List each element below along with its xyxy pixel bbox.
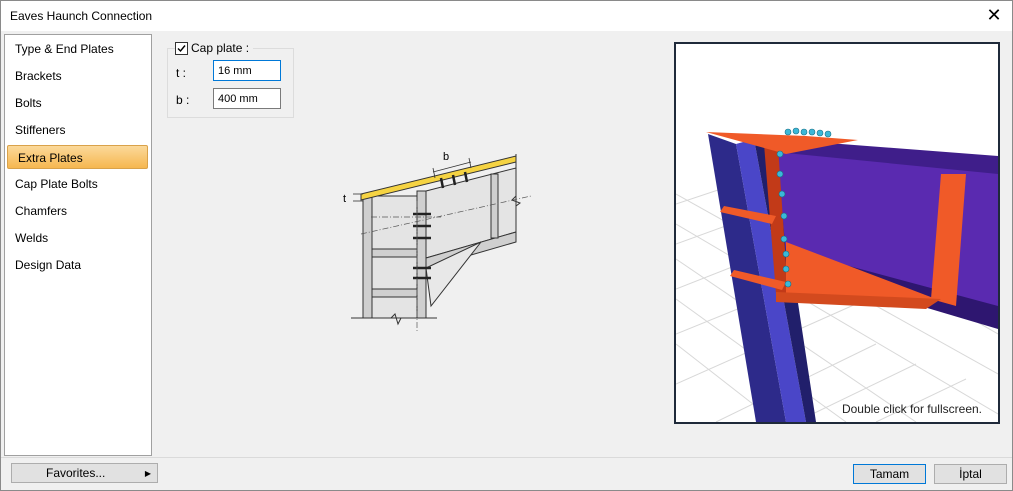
dialog-window: Eaves Haunch Connection ✕ Type & End Pla… (0, 0, 1013, 491)
sidebar-item-stiffeners[interactable]: Stiffeners (5, 118, 151, 142)
column-flange-left (362, 195, 373, 319)
close-icon[interactable]: ✕ (984, 5, 1004, 25)
sidebar-item-bolts[interactable]: Bolts (5, 91, 151, 115)
cap-plate-diagram: b t (343, 151, 532, 331)
sidebar-item-extra-plates[interactable]: Extra Plates (7, 145, 148, 169)
sidebar-item-chamfers[interactable]: Chamfers (5, 199, 151, 223)
sidebar-item-brackets[interactable]: Brackets (5, 64, 151, 88)
cap-plate-checkbox-row[interactable]: Cap plate : (175, 41, 254, 55)
sidebar-item-design-data[interactable]: Design Data (5, 253, 151, 277)
chevron-right-icon: ▶ (144, 469, 151, 478)
cancel-button[interactable]: İptal (934, 464, 1007, 484)
ok-button[interactable]: Tamam (853, 464, 926, 484)
column-flange-right (416, 190, 427, 319)
column-stiffener-2 (371, 288, 418, 298)
t-label: t : (176, 66, 187, 80)
cap-plate-label: Cap plate : (191, 41, 250, 55)
fullscreen-hint: Double click for fullscreen. (841, 402, 982, 416)
t-dimension-label: t (343, 193, 346, 205)
cap-plate-checkbox[interactable] (175, 41, 188, 55)
t-thickness-input[interactable]: 16 mm (213, 60, 281, 81)
b-label: b : (176, 93, 190, 107)
favorites-label: Favorites... (46, 466, 106, 480)
checkmark-icon (177, 44, 186, 52)
b-dimension-tick-right (468, 157, 472, 169)
footer-separator (1, 457, 1012, 458)
b-width-input[interactable]: 400 mm (213, 88, 281, 109)
sidebar: Type & End Plates Brackets Bolts Stiffen… (4, 34, 152, 456)
3d-preview[interactable]: Double click for fullscreen. (674, 42, 1000, 424)
sidebar-item-cap-plate-bolts[interactable]: Cap Plate Bolts (5, 172, 151, 196)
title-bar: Eaves Haunch Connection ✕ (1, 1, 1012, 31)
rafter-stiffener (490, 173, 499, 239)
column-stiffener-1 (371, 248, 418, 258)
sidebar-item-welds[interactable]: Welds (5, 226, 151, 250)
sidebar-item-type-end-plates[interactable]: Type & End Plates (5, 37, 151, 61)
b-dimension-label: b (443, 151, 449, 163)
favorites-button[interactable]: Favorites... ▶ (11, 463, 158, 483)
3d-model-render (676, 127, 998, 422)
window-title: Eaves Haunch Connection (10, 9, 153, 23)
